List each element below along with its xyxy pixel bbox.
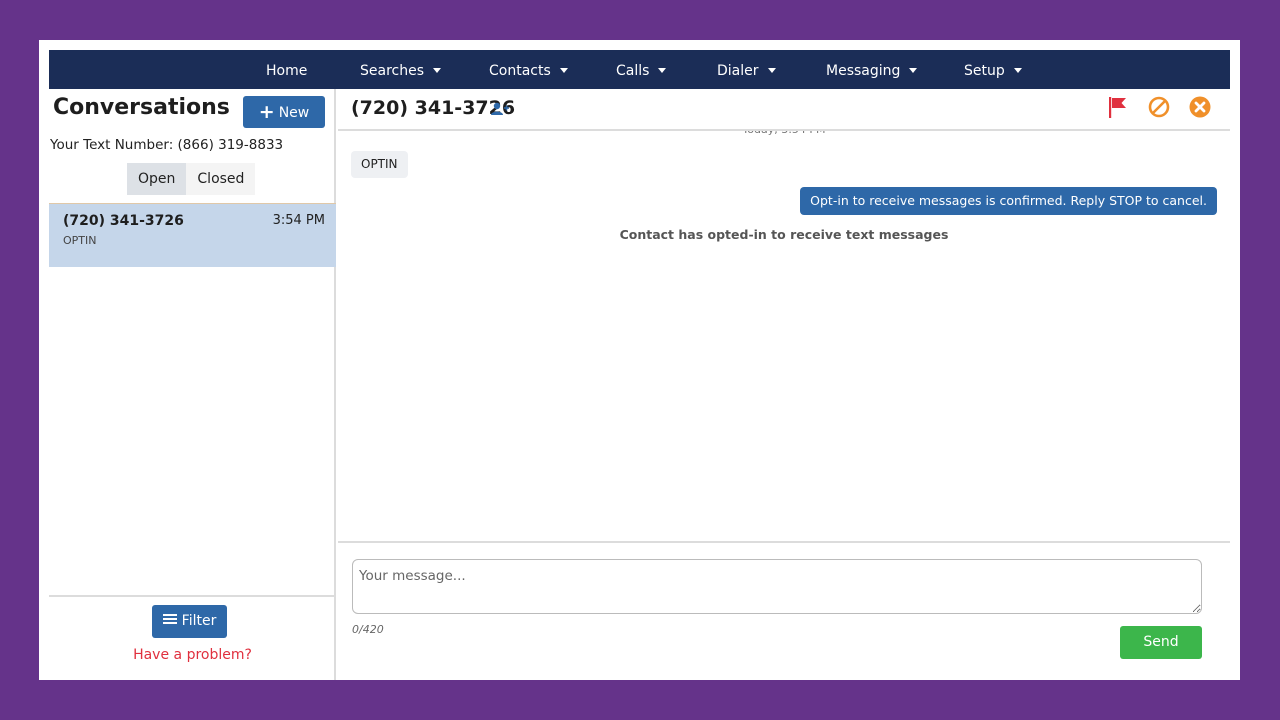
- nav-messaging-label: Messaging: [826, 63, 901, 79]
- outgoing-message: Opt-in to receive messages is confirmed.…: [800, 187, 1217, 215]
- caret-down-icon: [433, 68, 442, 73]
- list-icon: [162, 612, 177, 626]
- system-note: Contact has opted-in to receive text mes…: [619, 227, 949, 242]
- nav-searches[interactable]: Searches: [360, 50, 442, 89]
- nav-calls[interactable]: Calls: [616, 50, 667, 89]
- conversation-time: 3:54 PM: [272, 213, 325, 228]
- nav-dialer-label: Dialer: [717, 63, 759, 79]
- new-conversation-button[interactable]: + New: [243, 96, 325, 128]
- plus-icon: +: [258, 101, 275, 123]
- tab-closed[interactable]: Closed: [186, 163, 256, 195]
- nav-contacts[interactable]: Contacts: [489, 50, 568, 89]
- date-separator-text: Today, 3:54 PM: [338, 131, 1230, 136]
- chat-panel: (720) 341-3726 Today, 3:54 PM OPTIN Opt-…: [338, 89, 1230, 680]
- conversation-phone: (720) 341-3726: [63, 213, 184, 229]
- message-input[interactable]: [352, 559, 1202, 614]
- nav-setup[interactable]: Setup: [964, 50, 1022, 89]
- nav-searches-label: Searches: [360, 63, 425, 79]
- nav-home-label: Home: [266, 63, 308, 79]
- chat-header: (720) 341-3726: [338, 89, 1230, 131]
- filter-button-label: Filter: [181, 613, 217, 629]
- block-icon[interactable]: [1147, 95, 1171, 123]
- caret-down-icon: [1013, 68, 1022, 73]
- have-a-problem-link[interactable]: Have a problem?: [49, 647, 336, 663]
- incoming-message: OPTIN: [351, 151, 408, 178]
- your-text-number: Your Text Number: (866) 319-8833: [50, 137, 284, 153]
- nav-calls-label: Calls: [616, 63, 650, 79]
- status-tabs: Open Closed: [127, 163, 256, 195]
- sidebar-footer: Filter Have a problem?: [49, 595, 336, 680]
- app-window: Home Searches Contacts Calls Dialer Mess…: [39, 40, 1240, 680]
- flag-icon[interactable]: [1106, 95, 1130, 123]
- nav-home[interactable]: Home: [266, 50, 307, 89]
- nav-contacts-label: Contacts: [489, 63, 551, 79]
- conversation-list-item[interactable]: (720) 341-3726 3:54 PM OPTIN: [49, 203, 336, 267]
- caret-down-icon: [559, 68, 568, 73]
- date-separator: Today, 3:54 PM: [338, 131, 1230, 141]
- nav-messaging[interactable]: Messaging: [826, 50, 918, 89]
- compose-area: 0/420 Send: [338, 541, 1230, 680]
- caret-down-icon: [658, 68, 667, 73]
- nav-setup-label: Setup: [964, 63, 1005, 79]
- close-circle-icon[interactable]: [1188, 95, 1212, 123]
- add-contact-icon[interactable]: [491, 101, 509, 120]
- conversation-preview: OPTIN: [63, 234, 97, 247]
- top-navbar: Home Searches Contacts Calls Dialer Mess…: [49, 50, 1230, 89]
- caret-down-icon: [767, 68, 776, 73]
- send-button[interactable]: Send: [1120, 626, 1202, 659]
- filter-button[interactable]: Filter: [152, 605, 227, 638]
- conversations-sidebar: Conversations + New Your Text Number: (86…: [49, 89, 336, 680]
- nav-dialer[interactable]: Dialer: [717, 50, 776, 89]
- character-counter: 0/420: [352, 623, 384, 636]
- tab-open[interactable]: Open: [127, 163, 187, 195]
- conversations-title: Conversations: [53, 95, 230, 120]
- new-button-label: New: [278, 105, 310, 121]
- caret-down-icon: [909, 68, 918, 73]
